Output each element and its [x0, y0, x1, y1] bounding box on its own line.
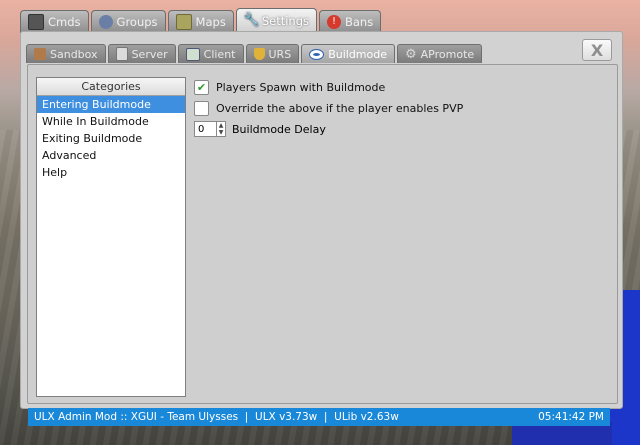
list-item[interactable]: Entering Buildmode	[37, 96, 185, 113]
override-pvp-label: Override the above if the player enables…	[216, 102, 464, 115]
tab-label: Sandbox	[50, 47, 98, 61]
categories-header: Categories	[37, 78, 185, 96]
tab-label: Maps	[195, 15, 226, 29]
tab-label: Cmds	[48, 15, 81, 29]
chevron-up-icon[interactable]: ▲	[219, 122, 224, 129]
tab-label: Settings	[261, 14, 309, 28]
settings-area: ✔ Players Spawn with Buildmode Override …	[194, 79, 463, 137]
tab-groups[interactable]: Groups	[90, 10, 166, 33]
tab-label: Groups	[116, 15, 158, 29]
sandbox-icon	[34, 48, 46, 60]
tab-label: Buildmode	[328, 47, 387, 61]
tab-maps[interactable]: Maps	[167, 10, 234, 33]
override-pvp-checkbox[interactable]	[194, 101, 209, 116]
chevron-down-icon[interactable]: ▼	[219, 129, 224, 136]
tab-client[interactable]: Client	[177, 44, 244, 63]
list-item[interactable]: Help	[37, 164, 185, 181]
tab-label: Server	[131, 47, 168, 61]
terminal-icon	[28, 14, 44, 30]
categories-list: Categories Entering Buildmode While In B…	[36, 77, 186, 397]
spawn-with-buildmode-label: Players Spawn with Buildmode	[216, 81, 386, 94]
sub-tab-bar: Sandbox Server Client URS Buildmode ⚙ AP…	[26, 44, 483, 63]
ban-icon: !	[326, 15, 341, 29]
tab-label: URS	[268, 47, 292, 61]
list-item[interactable]: Advanced	[37, 147, 185, 164]
buildmode-delay-row: 0 ▲ ▼ Buildmode Delay	[194, 121, 463, 137]
tab-apromote[interactable]: ⚙ APromote	[397, 44, 483, 63]
tab-urs[interactable]: URS	[245, 44, 300, 63]
buildmode-delay-stepper[interactable]: ▲ ▼	[216, 121, 226, 137]
tab-label: Client	[203, 47, 236, 61]
wrench-icon: 🔧	[243, 13, 260, 28]
xgui-window: Sandbox Server Client URS Buildmode ⚙ AP…	[20, 31, 623, 409]
spawn-with-buildmode-checkbox[interactable]: ✔	[194, 80, 209, 95]
server-icon	[115, 47, 128, 61]
buildmode-delay-input[interactable]: 0	[194, 121, 216, 137]
tab-label: APromote	[420, 47, 475, 61]
top-tab-bar: Cmds Groups Maps 🔧 Settings ! Bans	[20, 8, 382, 33]
client-icon	[185, 47, 200, 61]
tab-sandbox[interactable]: Sandbox	[26, 44, 106, 63]
close-button[interactable]: X	[582, 39, 612, 61]
tab-bans[interactable]: ! Bans	[318, 10, 382, 33]
spawn-with-buildmode-row[interactable]: ✔ Players Spawn with Buildmode	[194, 79, 463, 96]
tab-buildmode[interactable]: Buildmode	[301, 44, 395, 63]
buildmode-panel: Categories Entering Buildmode While In B…	[27, 64, 618, 404]
status-bar: ULX Admin Mod :: XGUI - Team Ulysses | U…	[28, 408, 610, 426]
override-pvp-row[interactable]: Override the above if the player enables…	[194, 100, 463, 117]
map-icon	[175, 14, 192, 30]
tab-label: Bans	[344, 15, 374, 29]
status-bar-time: 05:41:42 PM	[538, 411, 604, 423]
shield-icon	[253, 48, 265, 60]
list-item[interactable]: Exiting Buildmode	[37, 130, 185, 147]
tab-server[interactable]: Server	[107, 44, 176, 63]
buildmode-delay-label: Buildmode Delay	[232, 122, 326, 136]
gear-icon: ⚙	[405, 46, 417, 62]
group-icon	[98, 15, 113, 29]
status-bar-info: ULX Admin Mod :: XGUI - Team Ulysses | U…	[34, 411, 399, 423]
tab-settings[interactable]: 🔧 Settings	[235, 8, 317, 33]
tab-cmds[interactable]: Cmds	[20, 10, 89, 33]
eye-icon	[309, 48, 325, 60]
list-item[interactable]: While In Buildmode	[37, 113, 185, 130]
